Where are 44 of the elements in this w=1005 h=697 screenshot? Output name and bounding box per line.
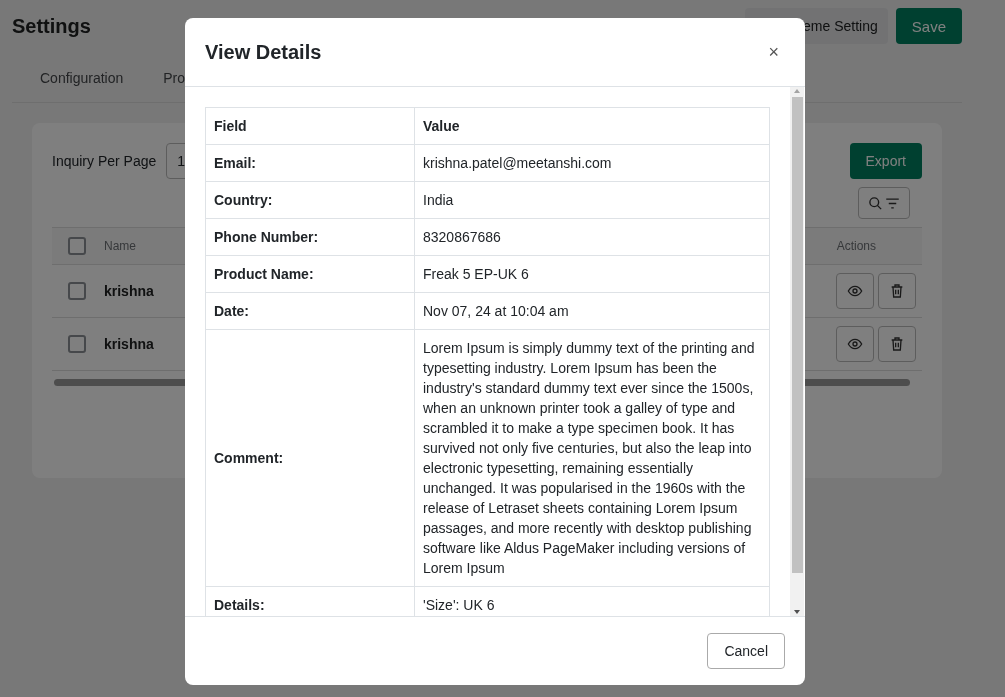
field-cell: Phone Number: <box>205 218 415 256</box>
checkbox[interactable] <box>68 282 86 300</box>
trash-icon <box>889 283 905 299</box>
value-cell: Nov 07, 24 at 10:04 am <box>414 292 770 330</box>
value-cell: Lorem Ipsum is simply dummy text of the printing and typesetting industry. Lorem Ipsum has been the industry's standard dummy text ever since the 1500s, when an unknown printer took a galley of type and scrambled it to make a type specimen book. It has survived not only five centuries, but also the leap into electronic typesetting, remaining essentially unchanged. It was popularised in the 1960s with the release of Letraset sheets containing Lorem Ipsum passages, and more recently with desktop publishing software like Aldus PageMaker including versions of Lorem Ipsum <box>414 329 770 587</box>
cancel-button[interactable]: Cancel <box>707 633 785 669</box>
delete-button[interactable] <box>878 273 916 309</box>
field-cell: Email: <box>205 144 415 182</box>
table-cell: krishna <box>104 283 154 299</box>
eye-icon <box>847 336 863 352</box>
dialog-title: View Details <box>205 40 322 64</box>
scroll-down-arrow-icon[interactable] <box>793 608 801 616</box>
view-button[interactable] <box>836 273 874 309</box>
scrollbar[interactable] <box>790 87 804 616</box>
per-page-label: Inquiry Per Page <box>52 153 157 169</box>
field-cell: Country: <box>205 181 415 219</box>
search-filter-button[interactable] <box>858 187 910 219</box>
checkbox[interactable] <box>68 237 86 255</box>
column-header: Value <box>414 107 770 145</box>
value-cell: India <box>414 181 770 219</box>
page-title: Settings <box>12 14 91 38</box>
value-cell: krishna.patel@meetanshi.com <box>414 144 770 182</box>
value-cell: 8320867686 <box>414 218 770 256</box>
column-header: Field <box>205 107 415 145</box>
column-header: Actions <box>836 239 876 253</box>
scroll-up-arrow-icon[interactable] <box>793 87 801 95</box>
field-cell: Details: <box>205 586 415 616</box>
export-button[interactable]: Export <box>849 143 922 179</box>
eye-icon <box>847 283 863 299</box>
field-cell: Product Name: <box>205 255 415 293</box>
save-button[interactable]: Save <box>895 8 962 44</box>
checkbox[interactable] <box>68 335 86 353</box>
table-cell: krishna <box>104 336 154 352</box>
trash-icon <box>889 336 905 352</box>
column-header: Name <box>104 239 136 253</box>
filter-icon <box>885 196 900 210</box>
search-icon <box>868 195 883 211</box>
tab[interactable]: Pro <box>163 70 186 86</box>
field-cell: Date: <box>205 292 415 330</box>
field-cell: Comment: <box>205 329 415 587</box>
delete-button[interactable] <box>878 326 916 362</box>
view-button[interactable] <box>836 326 874 362</box>
tab[interactable]: Configuration <box>40 70 124 86</box>
value-cell: Freak 5 EP-UK 6 <box>414 255 770 293</box>
